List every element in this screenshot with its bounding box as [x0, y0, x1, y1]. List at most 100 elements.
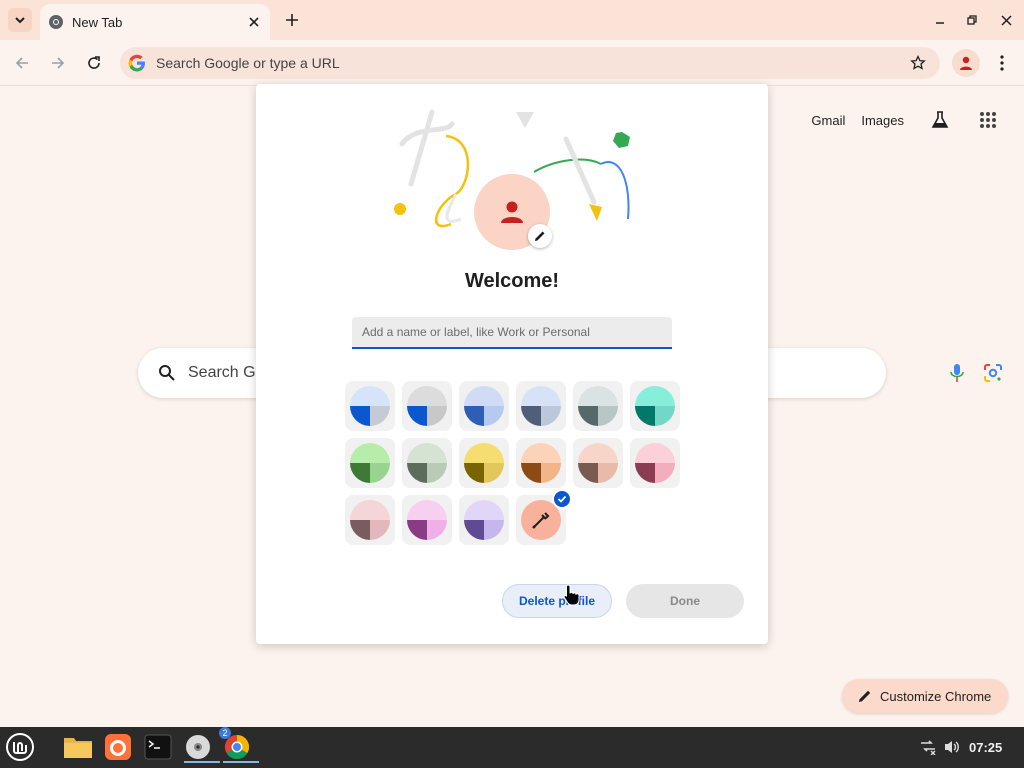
person-icon — [960, 56, 972, 70]
swatch-quadrant — [370, 463, 390, 483]
swatch-quadrant — [521, 443, 541, 463]
edit-avatar-button[interactable] — [528, 224, 552, 248]
minimize-icon — [936, 22, 944, 24]
color-swatch[interactable] — [573, 381, 623, 431]
search-icon — [159, 365, 175, 381]
color-swatch-preview — [578, 386, 618, 426]
flask-icon — [931, 111, 949, 128]
swatch-quadrant — [407, 386, 427, 406]
active-indicator — [223, 761, 259, 763]
done-button[interactable]: Done — [626, 584, 744, 618]
customize-chrome-button[interactable]: Customize Chrome — [842, 679, 1008, 713]
tab-close-button[interactable] — [244, 12, 264, 32]
swatch-quadrant — [598, 443, 618, 463]
swatch-quadrant — [427, 500, 447, 520]
person-icon — [501, 201, 523, 223]
omnibox[interactable]: Search Google or type a URL — [120, 47, 940, 79]
customize-chrome-label: Customize Chrome — [880, 688, 992, 704]
new-tab-button[interactable] — [280, 8, 304, 32]
reload-button[interactable] — [81, 50, 107, 76]
color-swatch[interactable] — [345, 438, 395, 488]
color-swatch[interactable] — [516, 381, 566, 431]
google-lens-icon[interactable] — [982, 362, 1004, 384]
swatch-quadrant — [635, 443, 655, 463]
dialog-title: Welcome! — [464, 270, 560, 292]
color-swatch[interactable] — [402, 438, 452, 488]
color-swatch-preview — [521, 386, 561, 426]
color-swatch[interactable] — [402, 495, 452, 545]
swatch-quadrant — [427, 443, 447, 463]
swatch-quadrant — [635, 463, 655, 483]
swatch-quadrant — [541, 406, 561, 426]
google-apps-button[interactable] — [976, 108, 1000, 132]
swatch-quadrant — [484, 520, 504, 540]
chrome-launcher[interactable]: 2 — [219, 727, 259, 763]
pencil-icon — [535, 231, 545, 241]
swatch-quadrant — [578, 386, 598, 406]
color-swatch[interactable] — [345, 495, 395, 545]
bookmark-star-button[interactable] — [908, 53, 928, 73]
swatch-quadrant — [541, 463, 561, 483]
minimize-button[interactable] — [930, 10, 950, 30]
swatch-quadrant — [407, 463, 427, 483]
disc-icon — [186, 735, 210, 759]
swatch-quadrant — [407, 443, 427, 463]
kebab-menu-icon — [1000, 55, 1004, 71]
color-swatch[interactable] — [459, 438, 509, 488]
swatch-quadrant — [350, 500, 370, 520]
swatch-quadrant — [578, 443, 598, 463]
volume-tray-button[interactable] — [936, 731, 968, 763]
files-launcher[interactable] — [62, 731, 94, 763]
custom-color-swatch[interactable] — [516, 489, 572, 545]
color-swatch[interactable] — [516, 438, 566, 488]
start-menu-button[interactable] — [4, 731, 36, 763]
swatch-quadrant — [578, 406, 598, 426]
more-menu-button[interactable] — [989, 50, 1015, 76]
color-swatch[interactable] — [459, 495, 509, 545]
forward-button[interactable] — [45, 50, 71, 76]
swatch-quadrant — [578, 463, 598, 483]
color-swatch[interactable] — [459, 381, 509, 431]
color-swatch-preview — [350, 500, 390, 540]
labs-button[interactable] — [928, 108, 952, 132]
network-disconnected-icon — [921, 740, 936, 755]
disc-launcher[interactable] — [182, 731, 220, 763]
color-swatch[interactable] — [630, 438, 680, 488]
terminal-launcher[interactable] — [142, 731, 174, 763]
firefox-launcher[interactable] — [102, 731, 134, 763]
close-icon — [249, 17, 259, 27]
swatch-quadrant — [598, 386, 618, 406]
swatch-quadrant — [635, 406, 655, 426]
color-swatch[interactable] — [630, 381, 680, 431]
browser-toolbar: Search Google or type a URL — [0, 40, 1024, 86]
color-swatch-preview — [578, 443, 618, 483]
tab-title: New Tab — [72, 14, 123, 30]
color-swatch[interactable] — [573, 438, 623, 488]
tab-new-tab[interactable]: New Tab — [40, 4, 270, 40]
restore-button[interactable] — [962, 10, 982, 30]
swatch-quadrant — [350, 443, 370, 463]
firefox-icon — [105, 734, 131, 760]
color-swatch-preview — [407, 386, 447, 426]
images-link[interactable]: Images — [861, 113, 904, 128]
microphone-icon[interactable] — [946, 362, 968, 384]
tab-search-button[interactable] — [8, 8, 32, 32]
color-swatch[interactable] — [402, 381, 452, 431]
swatch-quadrant — [350, 520, 370, 540]
swatch-quadrant — [655, 463, 675, 483]
profile-name-input[interactable] — [352, 317, 672, 349]
swatch-quadrant — [407, 520, 427, 540]
color-swatch[interactable] — [345, 381, 395, 431]
profile-button[interactable] — [952, 49, 980, 77]
color-swatch-preview — [464, 386, 504, 426]
swatch-quadrant — [464, 406, 484, 426]
delete-profile-button[interactable]: Delete profile — [502, 584, 612, 618]
back-button[interactable] — [9, 50, 35, 76]
color-swatch-preview — [635, 443, 675, 483]
close-window-button[interactable] — [996, 10, 1016, 30]
swatch-quadrant — [484, 386, 504, 406]
tab-strip: New Tab — [0, 0, 1024, 40]
gmail-link[interactable]: Gmail — [811, 113, 845, 128]
chevron-down-icon — [15, 17, 25, 24]
pencil-icon — [859, 690, 871, 702]
